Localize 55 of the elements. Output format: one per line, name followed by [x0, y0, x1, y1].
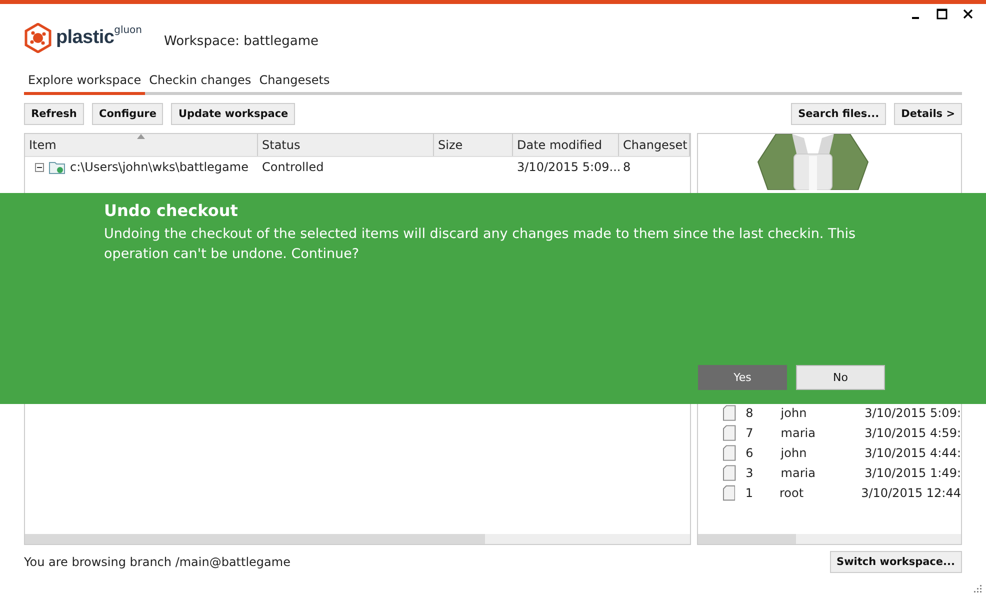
file-icon	[723, 485, 736, 501]
changeset-number: 1	[745, 486, 754, 500]
user-name: root	[779, 486, 805, 500]
dialog-message: Undoing the checkout of the selected items will discard any changes made to them since the last checkin. This operation can't be undone. Continue?	[104, 225, 857, 264]
date-text: 3/10/2015 4:59:	[864, 426, 961, 440]
date-text: 3/10/2015 1:49:	[864, 466, 961, 480]
changeset-number: 3	[746, 466, 754, 480]
table-cell-text: Controlled	[261, 160, 325, 174]
date-text: 3/10/2015 4:44:	[864, 446, 961, 460]
collapse-icon[interactable]	[35, 162, 44, 172]
resize-grip-icon[interactable]	[973, 584, 982, 593]
horizontal-scrollbar[interactable]	[25, 534, 690, 544]
logo-suffix: gluon	[114, 25, 142, 36]
dialog-title: Undo checkout	[104, 201, 239, 220]
close-icon[interactable]	[962, 8, 974, 20]
toolbar-button[interactable]: Configure	[92, 103, 164, 125]
maximize-icon[interactable]	[936, 8, 948, 20]
dialog-button[interactable]: Yes	[698, 365, 787, 390]
user-name: john	[780, 446, 808, 460]
date-text: 3/10/2015 12:44	[861, 486, 961, 500]
toolbar-button[interactable]: Update workspace	[171, 103, 296, 125]
date-text: 3/10/2015 5:09:	[864, 406, 961, 420]
changeset-number: 8	[746, 406, 754, 420]
status-text: You are browsing branch /main@battlegame	[24, 555, 290, 569]
column-header[interactable]: Changeset	[619, 134, 690, 156]
user-name: john	[780, 406, 808, 420]
toolbar-button[interactable]: Details >	[894, 103, 962, 125]
table-cell: c:\Users\john\wks\battlegame	[70, 160, 248, 174]
sort-arrow-icon	[137, 134, 145, 139]
toolbar-button[interactable]: Search files...	[791, 103, 886, 125]
file-icon	[723, 425, 736, 441]
user-name: maria	[780, 466, 816, 480]
folder-icon	[49, 160, 65, 174]
tab[interactable]: Checkin changes	[145, 71, 256, 95]
toolbar-button[interactable]: Refresh	[24, 103, 84, 125]
file-icon	[723, 445, 736, 461]
column-header[interactable]: Status	[258, 134, 434, 156]
dialog-button[interactable]: No	[796, 365, 885, 390]
tab[interactable]: Explore workspace	[24, 71, 146, 95]
table-cell-text: 3/10/2015 5:09...	[516, 160, 619, 174]
table-cell-text: 8	[622, 160, 632, 174]
column-header[interactable]: Size	[434, 134, 513, 156]
user-name: maria	[780, 426, 816, 440]
window-title: Workspace: battlegame	[164, 34, 318, 48]
column-header[interactable]: Item	[25, 134, 258, 156]
logo-icon	[24, 23, 52, 53]
changeset-number: 6	[746, 446, 754, 460]
tab[interactable]: Changesets	[255, 71, 334, 95]
file-icon	[723, 405, 736, 421]
file-icon	[723, 465, 736, 481]
logo-text: plastic	[56, 27, 114, 49]
switch-workspace-button[interactable]: Switch workspace...	[830, 551, 962, 573]
horizontal-scrollbar[interactable]	[698, 534, 961, 544]
changeset-number: 7	[746, 426, 754, 440]
column-header[interactable]: Date modified	[513, 134, 619, 156]
